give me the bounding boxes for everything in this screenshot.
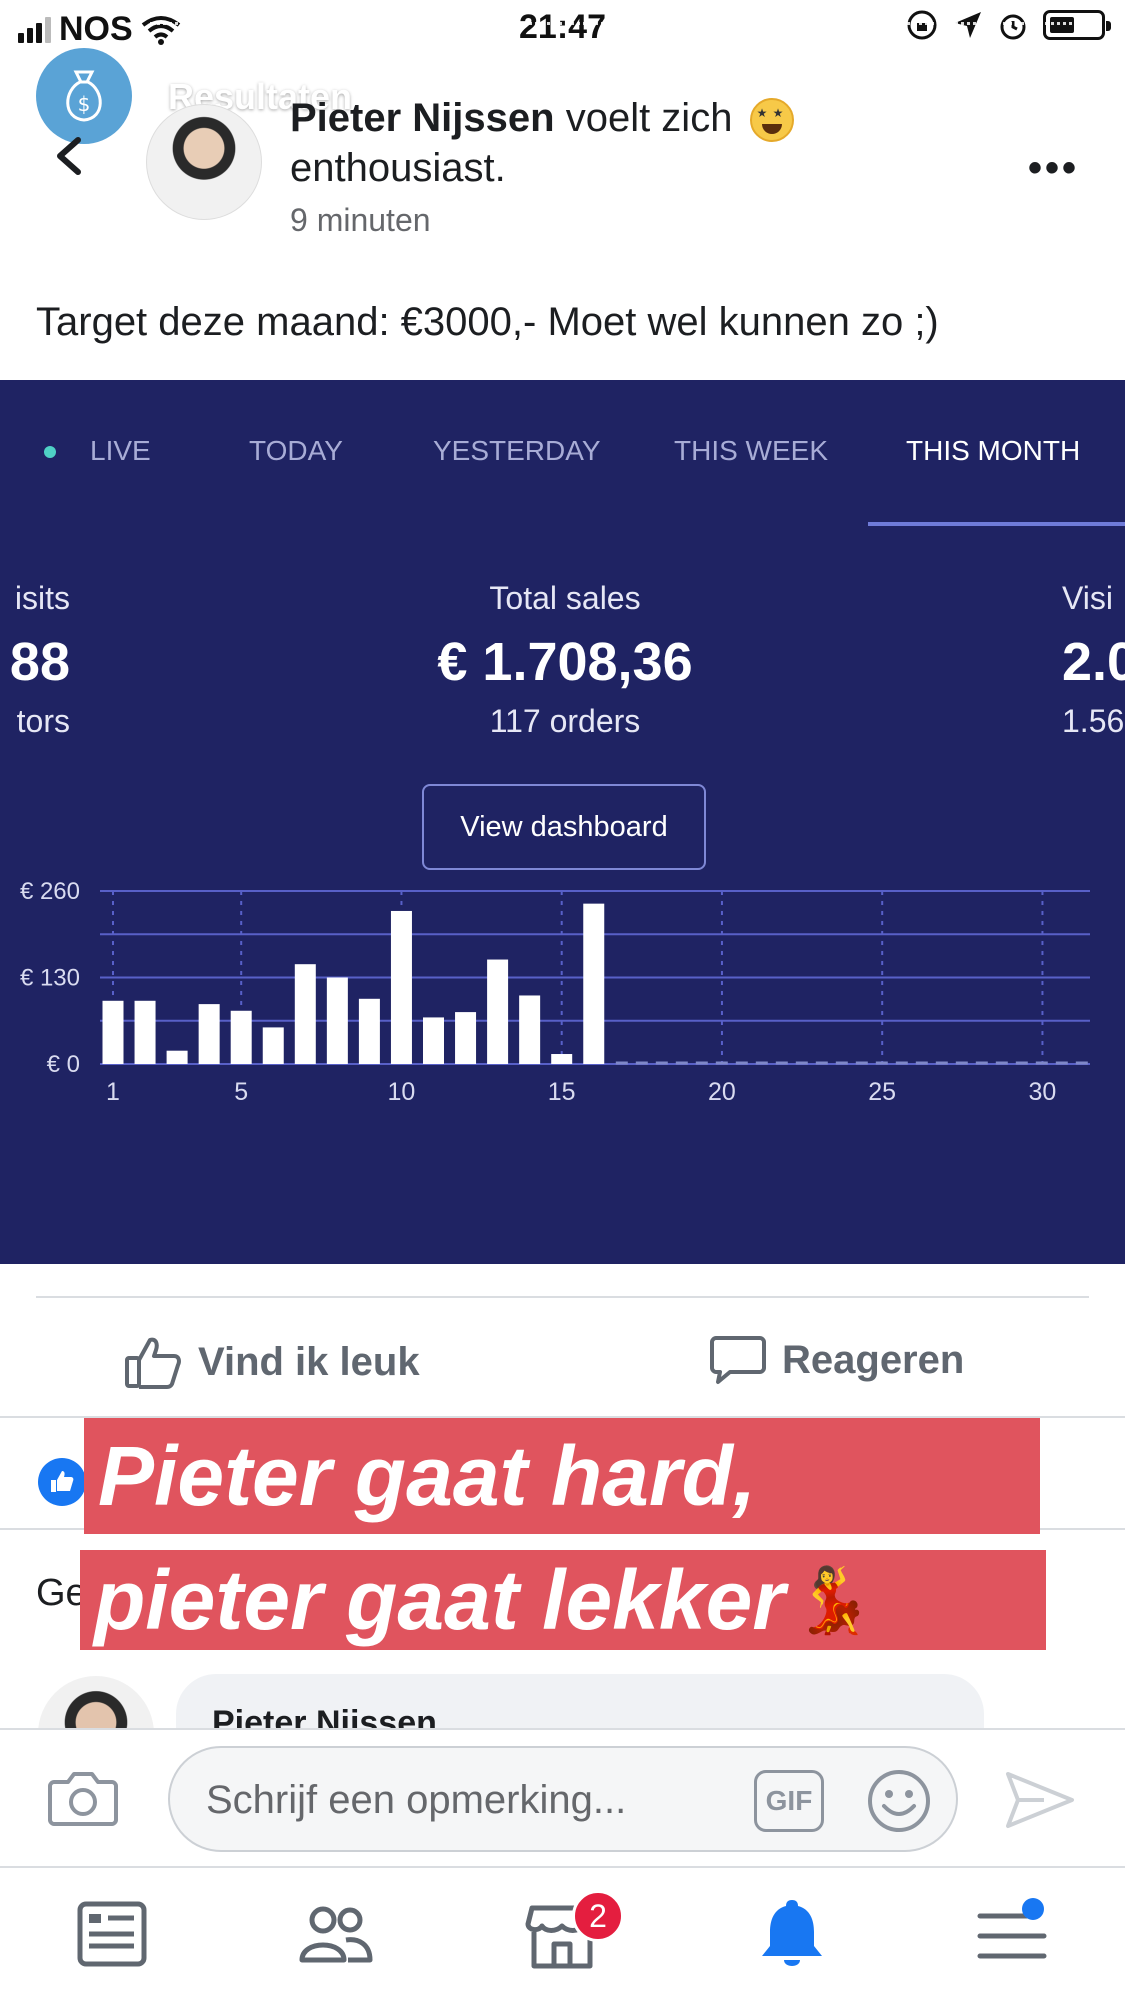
actions-top-divider: [36, 1296, 1089, 1298]
back-arrow-icon[interactable]: [48, 136, 88, 176]
smiley-icon[interactable]: [866, 1768, 932, 1834]
post-author-name[interactable]: Pieter Nijssen: [290, 96, 555, 140]
notifications-bell-icon[interactable]: [752, 1894, 832, 1974]
chart-bar: [326, 977, 348, 1064]
story-text-line1: Pieter gaat hard,: [98, 1428, 757, 1523]
more-options-icon[interactable]: •••: [1028, 146, 1079, 191]
chart-bar: [102, 1000, 124, 1064]
tab-today[interactable]: TODAY: [249, 435, 343, 467]
post-text: Target deze maand: €3000,- Moet wel kunn…: [36, 300, 939, 344]
comment-bubble-icon: [710, 1336, 766, 1384]
dancer-emoji-icon: 💃: [793, 1563, 873, 1636]
bottom-navigation: 2: [0, 1866, 1125, 1993]
tab-yesterday[interactable]: YESTERDAY: [433, 435, 601, 467]
thumbs-up-small-icon: [51, 1471, 74, 1492]
chart-x-tick-label: 20: [708, 1078, 736, 1106]
chart-bar: [230, 1010, 252, 1064]
chart-bar: [390, 910, 412, 1064]
chart-y-tick-label: € 0: [47, 1051, 80, 1078]
location-icon: [955, 12, 981, 38]
chart-bar: [134, 1000, 156, 1064]
money-bag-icon: $: [66, 70, 102, 122]
stat-visitors-label: Visi: [1062, 580, 1113, 616]
stat-total-sales-label: Total sales: [489, 580, 641, 616]
status-right: [905, 8, 1111, 42]
post-time[interactable]: 9 minuten: [290, 202, 431, 239]
like-label: Vind ik leuk: [198, 1339, 420, 1384]
like-reaction-icon[interactable]: [38, 1458, 86, 1506]
thumbs-up-icon: [125, 1337, 181, 1389]
stat-total-sales: Total sales € 1.708,36 117 orders: [360, 580, 770, 740]
stat-total-sales-value: € 1.708,36: [437, 632, 693, 692]
marketplace-badge: 2: [572, 1890, 624, 1942]
like-button[interactable]: Vind ik leuk: [124, 1334, 420, 1390]
chart-bar: [262, 1027, 284, 1064]
comment-button[interactable]: Reageren: [710, 1334, 964, 1386]
chart-x-tick-label: 15: [548, 1078, 576, 1106]
friends-icon[interactable]: [296, 1894, 376, 1974]
close-icon[interactable]: [1039, 70, 1095, 126]
chart-bar: [487, 959, 509, 1064]
post-author-line: Pieter Nijssen voelt zich: [290, 96, 794, 143]
story-text-overlay-line2: pieter gaat lekker 💃: [80, 1550, 1046, 1650]
stat-visits-value: 88: [9, 632, 70, 692]
rotation-lock-icon: [907, 10, 937, 40]
chart-x-tick-label: 5: [234, 1078, 248, 1106]
sales-bar-chart: € 0€ 130€ 2601 5 10 15 20 25 30: [20, 880, 1090, 1106]
story-progress: [150, 22, 1090, 25]
chart-bar: [519, 995, 541, 1064]
svg-text:$: $: [78, 92, 91, 116]
sales-dashboard: LIVE TODAY YESTERDAY THIS WEEK THIS MONT…: [0, 380, 1125, 1264]
comment-composer: Schrijf een opmerking... GIF: [0, 1728, 1125, 1864]
tab-live[interactable]: LIVE: [90, 435, 151, 467]
comment-label: Reageren: [782, 1337, 965, 1382]
chart-x-tick-label: 1: [106, 1078, 120, 1106]
status-bar: NOS 21:47: [0, 0, 1125, 58]
stat-visits-sub: tors: [16, 703, 70, 739]
chart-bar: [198, 1004, 220, 1064]
chart-bar: [358, 998, 380, 1064]
chart-y-tick-label: € 130: [20, 965, 80, 992]
comment-input-placeholder: Schrijf een opmerking...: [206, 1778, 627, 1822]
menu-notification-dot: [1022, 1898, 1044, 1920]
alarm-icon: [1000, 14, 1026, 40]
stat-total-sales-orders: 117 orders: [489, 703, 641, 739]
chart-x-tick-label: 25: [868, 1078, 896, 1106]
stat-visitors-value: 2.0: [1062, 632, 1125, 692]
chart-bar: [551, 1054, 573, 1064]
active-tab-indicator: [868, 522, 1125, 526]
camera-icon[interactable]: [48, 1768, 118, 1828]
stat-visitors: Visi 2.0 1.56: [1062, 580, 1125, 740]
send-icon[interactable]: [1004, 1770, 1076, 1830]
story-avatar[interactable]: $: [36, 48, 132, 144]
view-dashboard-button[interactable]: View dashboard: [422, 784, 706, 870]
chart-bar: [423, 1017, 444, 1064]
gif-icon[interactable]: GIF: [754, 1770, 824, 1832]
chart-x-tick-label: 30: [1029, 1078, 1057, 1106]
stat-visits: isits 88 tors: [0, 580, 70, 740]
chart-y-tick-label: € 260: [20, 880, 80, 905]
post-feeling: voelt zich: [565, 96, 733, 140]
story-text-overlay-line1: Pieter gaat hard,: [84, 1418, 1040, 1534]
story-text-line2: pieter gaat lekker: [94, 1552, 786, 1647]
stat-visitors-sub: 1.56: [1062, 703, 1125, 739]
tab-this-month[interactable]: THIS MONTH: [906, 435, 1080, 467]
comment-input[interactable]: Schrijf een opmerking... GIF: [168, 1746, 958, 1852]
chart-bar: [455, 1012, 477, 1064]
period-tabs: LIVE TODAY YESTERDAY THIS WEEK THIS MONT…: [0, 435, 1125, 475]
chart-bar: [294, 964, 316, 1064]
star-struck-emoji-icon: [749, 98, 794, 143]
chart-bar: [583, 903, 605, 1064]
battery-icon: [1043, 10, 1111, 40]
stat-visits-label: isits: [14, 580, 70, 616]
chart-bar: [166, 1050, 188, 1064]
post-feeling-value: enthousiast.: [290, 146, 506, 190]
chart-x-tick-label: 10: [388, 1078, 416, 1106]
news-feed-icon[interactable]: [72, 1894, 152, 1974]
post-avatar[interactable]: [146, 104, 262, 220]
tab-this-week[interactable]: THIS WEEK: [674, 435, 828, 467]
